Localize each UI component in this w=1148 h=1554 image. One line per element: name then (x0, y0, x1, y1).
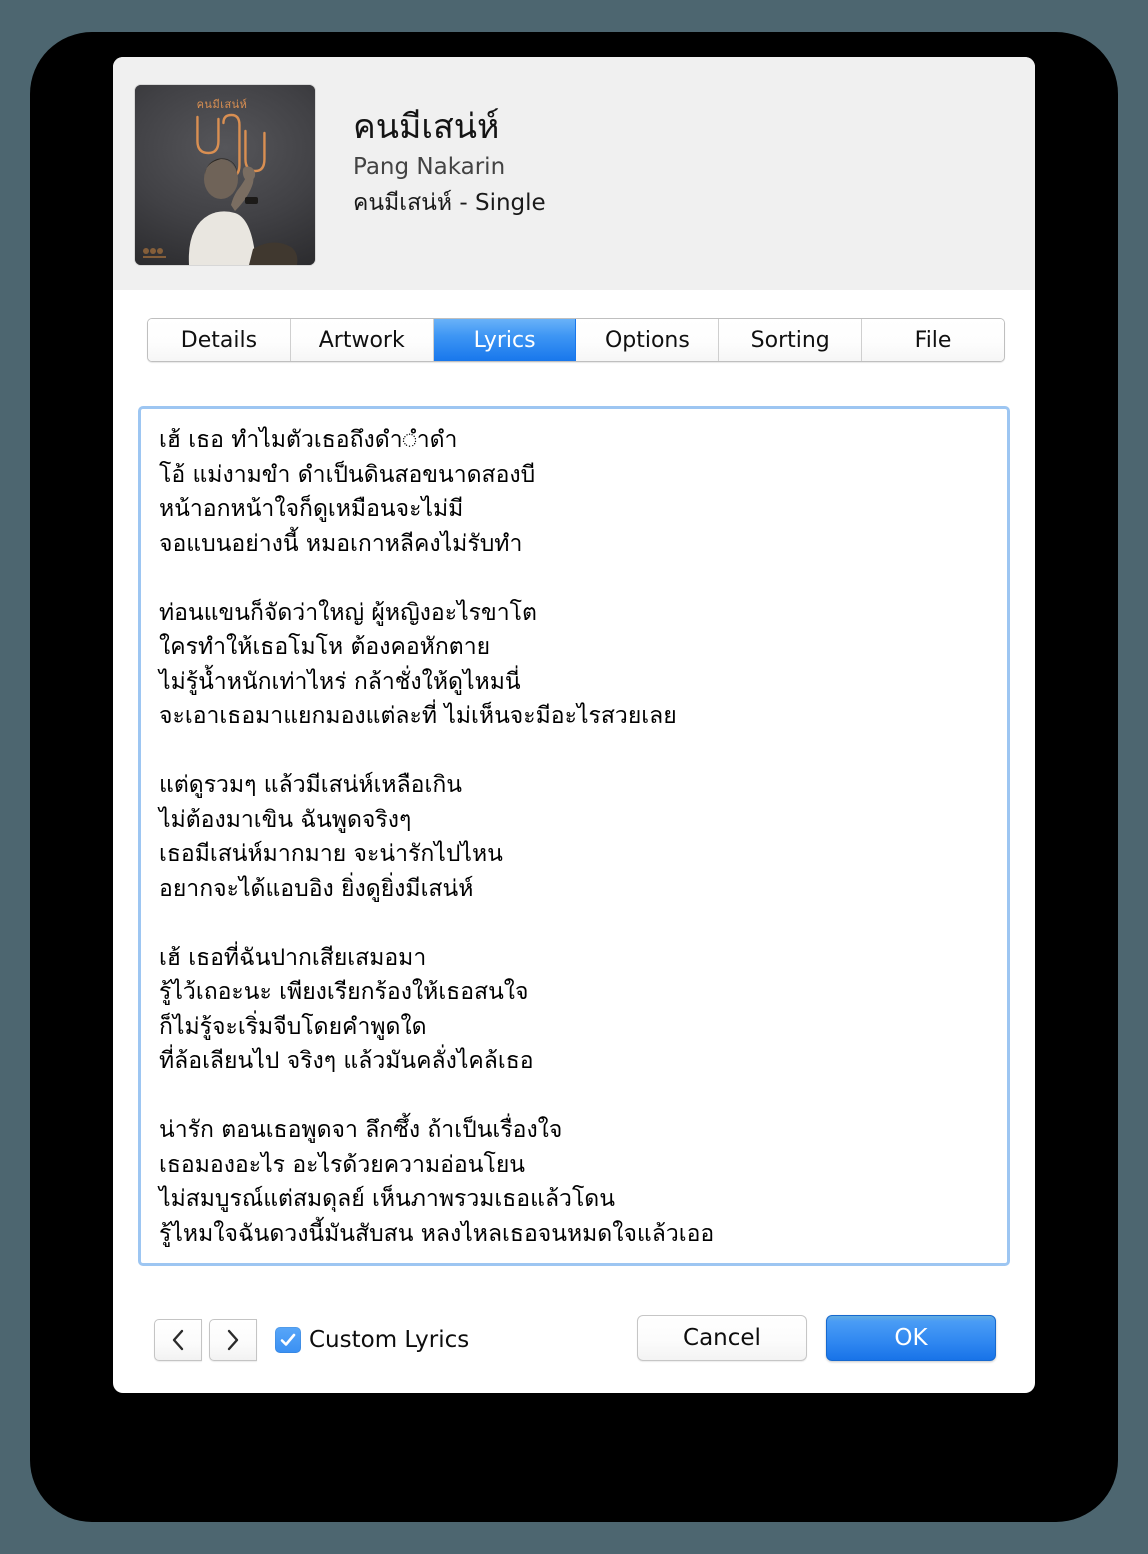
custom-lyrics-row[interactable]: Custom Lyrics (275, 1319, 469, 1361)
custom-lyrics-checkbox[interactable] (275, 1327, 301, 1353)
checkmark-icon (280, 1333, 296, 1346)
song-artist: Pang Nakarin (353, 154, 506, 180)
tab-lyrics[interactable]: Lyrics (433, 319, 577, 361)
ok-button[interactable]: OK (826, 1315, 996, 1361)
tab-artwork[interactable]: Artwork (290, 319, 434, 361)
artwork-figure (188, 158, 298, 265)
tab-sorting[interactable]: Sorting (719, 319, 863, 361)
dialog-header: คนมีเสน่ห์ คนมีเสน่ห์ Pang Nakarin คนมีเ… (113, 57, 1035, 290)
tab-bar: Details Artwork Lyrics Options Sorting F… (147, 318, 1005, 362)
song-metadata: คนมีเสน่ห์ Pang Nakarin คนมีเสน่ห์ - Sin… (353, 105, 993, 221)
chevron-left-icon (172, 1329, 184, 1351)
custom-lyrics-label: Custom Lyrics (309, 1327, 470, 1353)
chevron-right-icon (227, 1329, 239, 1351)
previous-track-button[interactable] (154, 1319, 202, 1361)
song-title: คนมีเสน่ห์ (353, 107, 500, 147)
tab-details[interactable]: Details (148, 319, 291, 361)
next-track-button[interactable] (209, 1319, 257, 1361)
tab-options[interactable]: Options (576, 319, 720, 361)
dialog-footer: Custom Lyrics Cancel OK (113, 1299, 1035, 1393)
song-album: คนมีเสน่ห์ - Single (353, 190, 546, 216)
song-info-dialog: คนมีเสน่ห์ คนมีเสน่ห์ Pang Nakarin คนมีเ… (113, 57, 1035, 1393)
cancel-button[interactable]: Cancel (637, 1315, 807, 1361)
lyrics-text-content[interactable]: เฮ้ เธอ ทำไมตัวเธอถึงดำ◌ำดำ โอ้ แม่งามขำ… (141, 409, 1007, 1263)
artwork-label-mark (143, 248, 166, 258)
lyrics-textarea[interactable]: เฮ้ เธอ ทำไมตัวเธอถึงดำ◌ำดำ โอ้ แม่งามขำ… (138, 406, 1010, 1266)
album-artwork: คนมีเสน่ห์ (135, 85, 315, 265)
tab-file[interactable]: File (862, 319, 1004, 361)
